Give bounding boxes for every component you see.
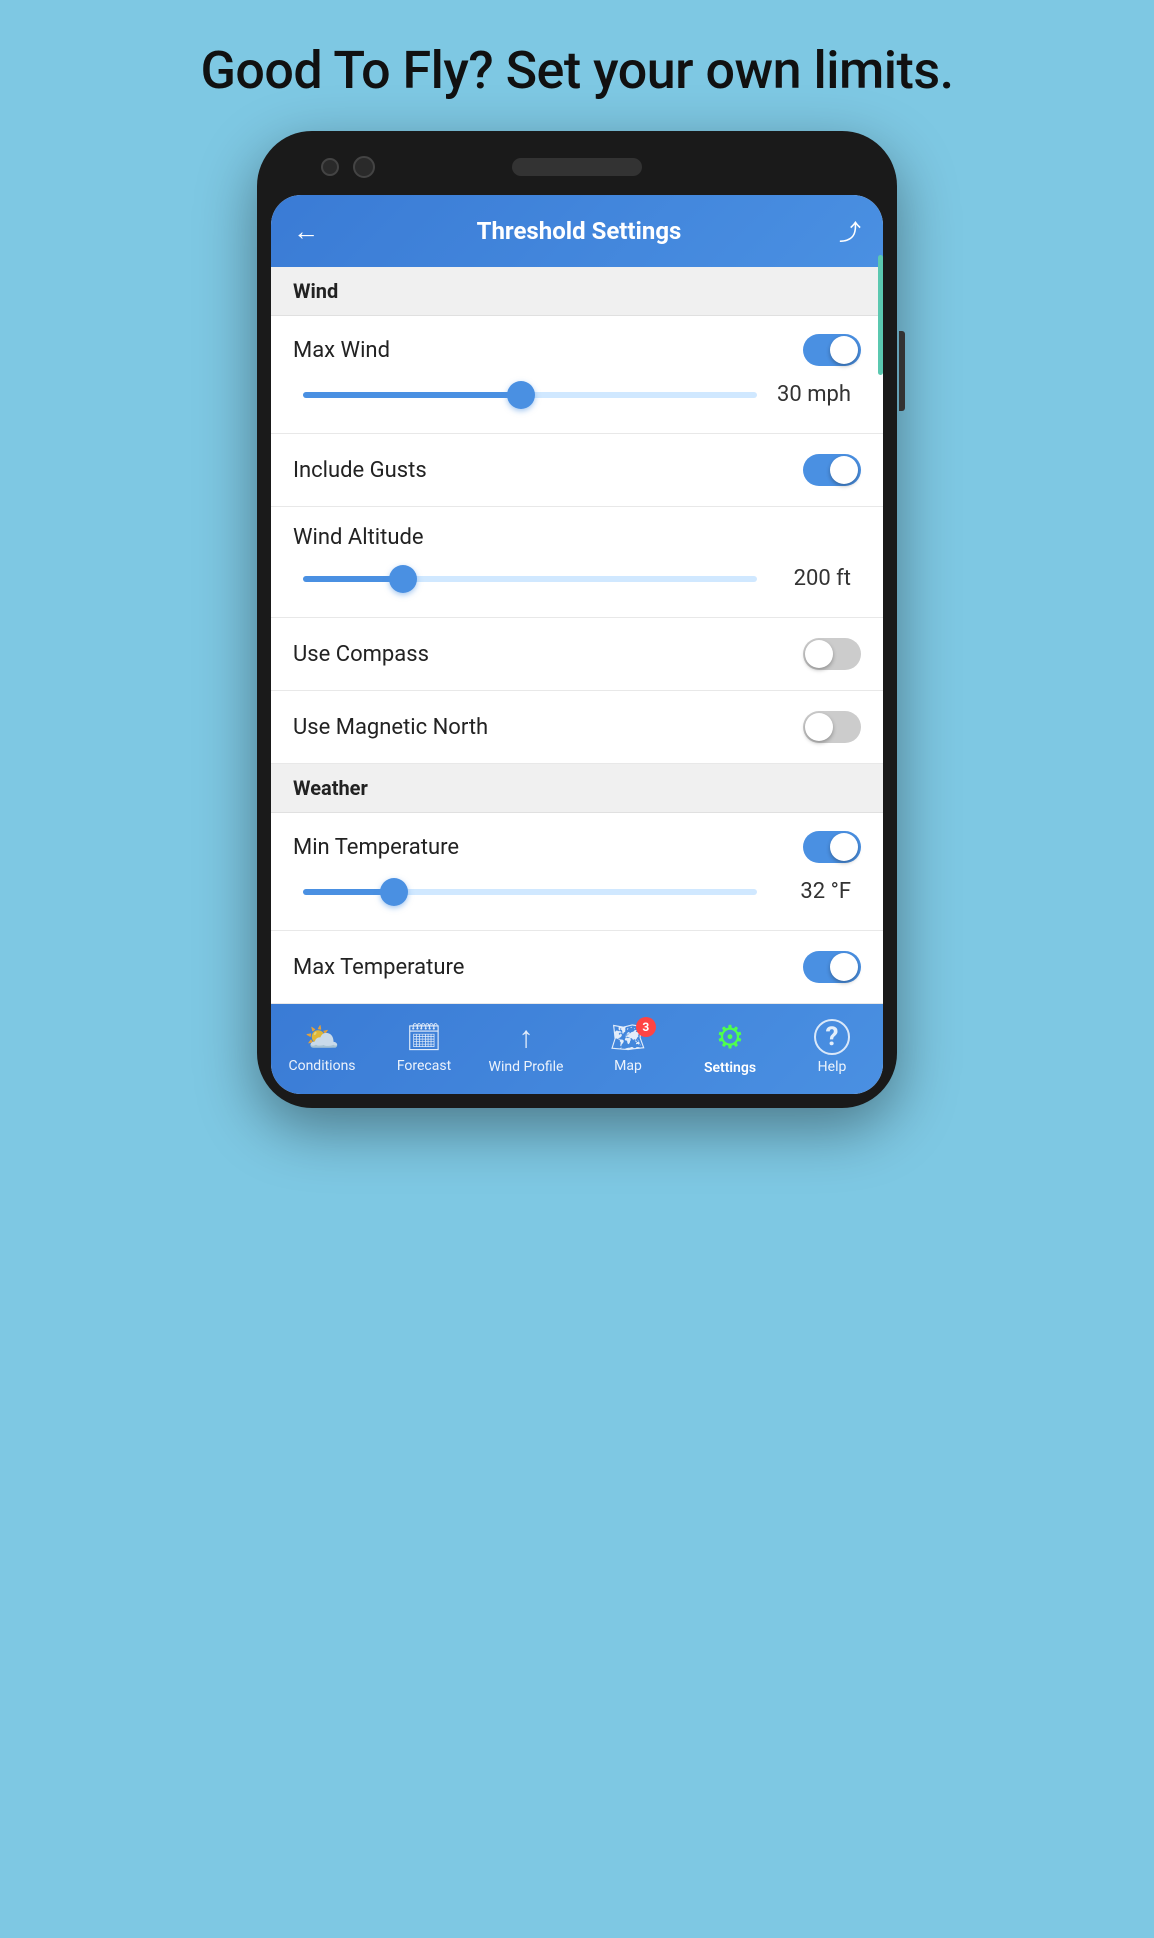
help-icon: ? [814,1019,850,1055]
scrollbar[interactable] [878,255,883,375]
max-wind-toggle-knob [830,336,858,364]
max-temp-toggle[interactable] [803,951,861,983]
app-header: ← Threshold Settings ⤴ [271,195,883,267]
use-magnetic-north-toggle[interactable] [803,711,861,743]
use-magnetic-north-label: Use Magnetic North [293,715,488,740]
setting-row-max-wind: Max Wind 30 mph [271,316,883,434]
min-temp-toggle-knob [830,833,858,861]
max-wind-value: 30 mph [771,382,851,407]
wind-altitude-slider-row: 200 ft [293,558,861,607]
setting-row-include-gusts: Include Gusts [271,434,883,507]
wind-profile-icon: ↑ [519,1020,534,1055]
min-temp-toggle[interactable] [803,831,861,863]
max-wind-fill [303,392,521,398]
max-wind-slider-row: 30 mph [293,374,861,423]
use-compass-toggle-knob [805,640,833,668]
camera-left [321,158,339,176]
max-wind-track[interactable] [303,392,757,398]
nav-item-map[interactable]: 🗺 3 Map [577,1021,679,1074]
forecast-icon: 🗓 [406,1021,442,1054]
use-magnetic-north-toggle-knob [805,713,833,741]
back-button[interactable]: ← [293,216,319,247]
headline: Good To Fly? Set your own limits. [200,40,953,101]
max-temp-toggle-knob [830,953,858,981]
conditions-icon: ⛅ [305,1021,340,1054]
phone-top-bar [271,149,883,185]
settings-label: Settings [704,1060,756,1076]
phone-screen: ← Threshold Settings ⤴ Wind Max Wind 30 … [271,195,883,1094]
include-gusts-toggle[interactable] [803,454,861,486]
nav-item-wind-profile[interactable]: ↑ Wind Profile [475,1020,577,1075]
wind-altitude-thumb[interactable] [389,565,417,593]
wind-profile-label: Wind Profile [489,1059,564,1075]
phone-shell: ← Threshold Settings ⤴ Wind Max Wind 30 … [257,131,897,1108]
include-gusts-label: Include Gusts [293,458,427,483]
camera-right [353,156,375,178]
setting-row-use-compass: Use Compass [271,618,883,691]
map-badge: 3 [636,1017,656,1037]
wind-altitude-label: Wind Altitude [293,525,424,550]
nav-item-settings[interactable]: ⚙ Settings [679,1018,781,1076]
page-title: Threshold Settings [477,217,682,245]
conditions-label: Conditions [288,1058,355,1074]
nav-item-help[interactable]: ? Help [781,1019,883,1075]
min-temp-label: Min Temperature [293,835,459,860]
nav-item-forecast[interactable]: 🗓 Forecast [373,1021,475,1074]
wind-altitude-value: 200 ft [771,566,851,591]
max-wind-thumb[interactable] [507,381,535,409]
bottom-nav: ⛅ Conditions 🗓 Forecast ↑ Wind Profile 🗺… [271,1004,883,1094]
section-header-weather: Weather [271,764,883,813]
forecast-label: Forecast [397,1058,451,1074]
max-temp-label: Max Temperature [293,955,464,980]
nav-item-conditions[interactable]: ⛅ Conditions [271,1021,373,1074]
min-temp-thumb[interactable] [380,878,408,906]
use-compass-label: Use Compass [293,642,429,667]
setting-row-max-temp: Max Temperature [271,931,883,1004]
settings-icon: ⚙ [716,1018,745,1056]
map-label: Map [614,1058,642,1074]
use-compass-toggle[interactable] [803,638,861,670]
phone-speaker [512,158,642,176]
max-wind-toggle[interactable] [803,334,861,366]
setting-row-use-magnetic-north: Use Magnetic North [271,691,883,764]
setting-row-wind-altitude: Wind Altitude 200 ft [271,507,883,618]
max-wind-label: Max Wind [293,338,390,363]
map-icon-wrapper: 🗺 3 [610,1021,646,1054]
min-temp-track[interactable] [303,889,757,895]
wind-altitude-track[interactable] [303,576,757,582]
min-temp-slider-row: 32 °F [293,871,861,920]
help-label: Help [818,1059,847,1075]
setting-row-min-temp: Min Temperature 32 °F [271,813,883,931]
section-header-wind: Wind [271,267,883,316]
include-gusts-toggle-knob [830,456,858,484]
min-temp-value: 32 °F [771,879,851,904]
phone-side-button [899,331,905,411]
share-button[interactable]: ⤴ [839,215,861,247]
